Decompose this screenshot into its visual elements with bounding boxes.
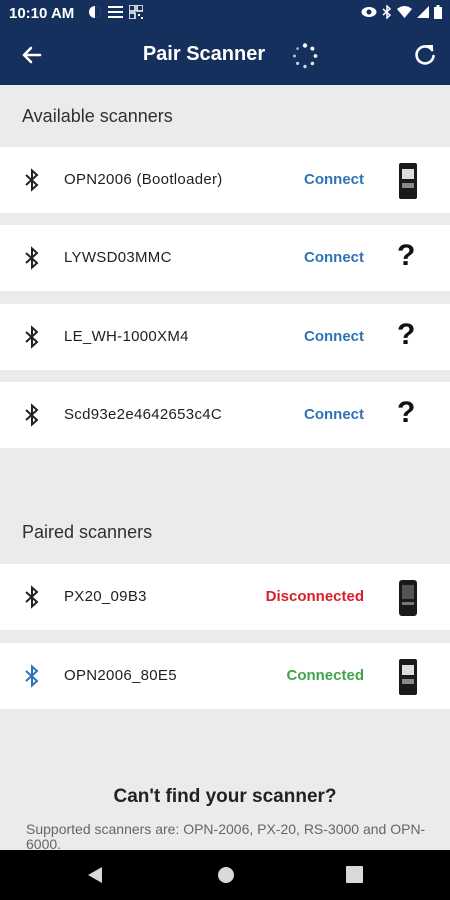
unknown-device-icon: ? — [397, 239, 416, 272]
bluetooth-icon — [25, 168, 39, 192]
cant-find-heading: Can't find your scanner? — [113, 786, 337, 807]
status-bar: 10:10 AM — [0, 0, 450, 27]
unknown-device-icon: ? — [397, 396, 416, 429]
available-scanner-row: OPN2006 (Bootloader) Connect — [0, 147, 450, 213]
available-scanner-row: LE_WH-1000XM4 Connect ? — [0, 304, 450, 370]
status-left-icons — [88, 5, 143, 19]
loading-spinner-icon — [293, 43, 318, 69]
bluetooth-icon — [25, 325, 39, 349]
refresh-icon[interactable] — [412, 42, 438, 68]
scanner-name: OPN2006 (Bootloader) — [64, 171, 223, 188]
signal-icon — [417, 6, 429, 18]
qr-code-icon — [129, 5, 143, 19]
scanner-name: OPN2006_80E5 — [64, 667, 177, 684]
paired-scanners-heading: Paired scanners — [22, 522, 153, 542]
available-scanners-heading: Available scanners — [22, 106, 173, 126]
eye-icon — [361, 7, 377, 17]
scanner-name: LYWSD03MMC — [64, 249, 172, 266]
scanner-thumbnail — [399, 580, 417, 616]
paired-scanner-row[interactable]: PX20_09B3 Disconnected — [0, 564, 450, 630]
status-right-icons — [361, 5, 442, 19]
nav-home-icon[interactable] — [217, 866, 235, 884]
connect-button[interactable]: Connect — [304, 328, 364, 345]
scanner-thumbnail — [399, 163, 417, 199]
unknown-device-icon: ? — [397, 318, 416, 351]
connect-button[interactable]: Connect — [304, 406, 364, 423]
status-label: Disconnected — [265, 588, 364, 605]
bluetooth-icon — [25, 403, 39, 427]
scanner-name: LE_WH-1000XM4 — [64, 328, 189, 345]
wifi-icon — [397, 6, 412, 18]
bluetooth-icon — [25, 246, 39, 270]
supported-scanners-text: Supported scanners are: OPN-2006, PX-20,… — [26, 821, 426, 852]
app-bar: Pair Scanner — [0, 27, 450, 85]
connect-button[interactable]: Connect — [304, 171, 364, 188]
paired-scanner-row[interactable]: OPN2006_80E5 Connected — [0, 643, 450, 709]
page-title: Pair Scanner — [142, 43, 266, 65]
connect-button[interactable]: Connect — [304, 249, 364, 266]
bluetooth-connected-icon — [25, 664, 39, 688]
nav-recents-icon[interactable] — [346, 866, 363, 883]
available-scanner-row: LYWSD03MMC Connect ? — [0, 225, 450, 291]
data-saver-icon — [89, 6, 101, 18]
available-scanner-row: Scd93e2e4642653c4C Connect ? — [0, 382, 450, 448]
bluetooth-status-icon — [382, 5, 392, 19]
scanner-name: Scd93e2e4642653c4C — [64, 406, 223, 423]
battery-icon — [434, 5, 442, 19]
scanner-thumbnail — [399, 659, 417, 695]
status-label: Connected — [286, 667, 364, 684]
list-icon — [108, 6, 123, 18]
system-navigation-bar — [0, 850, 450, 900]
nav-back-icon[interactable] — [87, 866, 103, 884]
status-time: 10:10 AM — [9, 5, 75, 22]
scanner-name: PX20_09B3 — [64, 588, 147, 605]
bluetooth-icon — [25, 585, 39, 609]
